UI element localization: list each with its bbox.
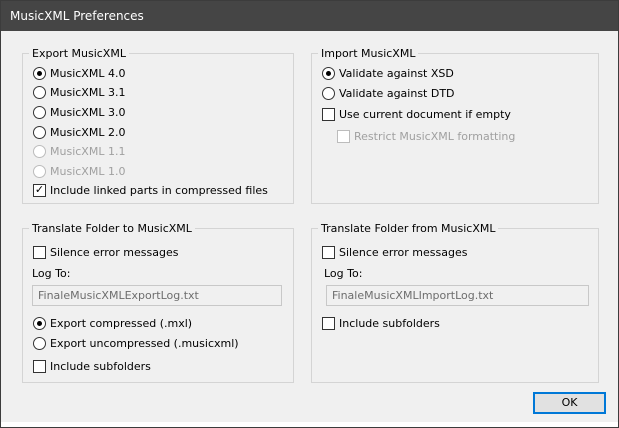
checkbox [337,130,350,143]
radio-button[interactable] [33,126,46,139]
import-log-label: Log To: [324,267,363,280]
checkbox[interactable] [322,317,335,330]
export-log-label: Log To: [32,267,71,280]
checkbox[interactable] [33,246,46,259]
checkbox[interactable] [322,108,335,121]
ok-button-label: OK [561,396,578,409]
translate-to-title: Translate Folder to MusicXML [29,221,195,236]
preferences-dialog: MusicXML Preferences Export MusicXML Mus… [0,0,619,428]
radio-button[interactable] [33,317,46,330]
import-log-field[interactable]: FinaleMusicXMLImportLog.txt [326,285,589,306]
radio-button[interactable] [322,67,335,80]
radio-button [33,165,46,178]
title-bar[interactable]: MusicXML Preferences [1,1,618,31]
import-group-title: Import MusicXML [318,46,419,61]
checkbox[interactable] [322,246,335,259]
checkbox[interactable] [33,360,46,373]
export-log-field[interactable]: FinaleMusicXMLExportLog.txt [32,285,282,306]
radio-button[interactable] [33,337,46,350]
radio-button[interactable] [33,106,46,119]
ok-button[interactable]: OK [533,392,606,414]
window-bottom-edge [1,422,618,427]
radio-button[interactable] [33,67,46,80]
import-musicxml-group: Import MusicXML Validate against XSD Val… [311,46,599,204]
translate-to-group: Translate Folder to MusicXML Silence err… [22,221,294,383]
translate-from-group: Translate Folder from MusicXML Silence e… [311,221,599,383]
translate-from-title: Translate Folder from MusicXML [318,221,499,236]
checkmark-icon: ✓ [34,183,45,196]
export-musicxml-group: Export MusicXML MusicXML 4.0 MusicXML 3.… [22,46,294,204]
window-title: MusicXML Preferences [10,9,144,23]
radio-button [33,145,46,158]
radio-button[interactable] [322,87,335,100]
export-group-title: Export MusicXML [29,46,129,61]
checkbox[interactable]: ✓ [33,183,46,197]
radio-button[interactable] [33,86,46,99]
